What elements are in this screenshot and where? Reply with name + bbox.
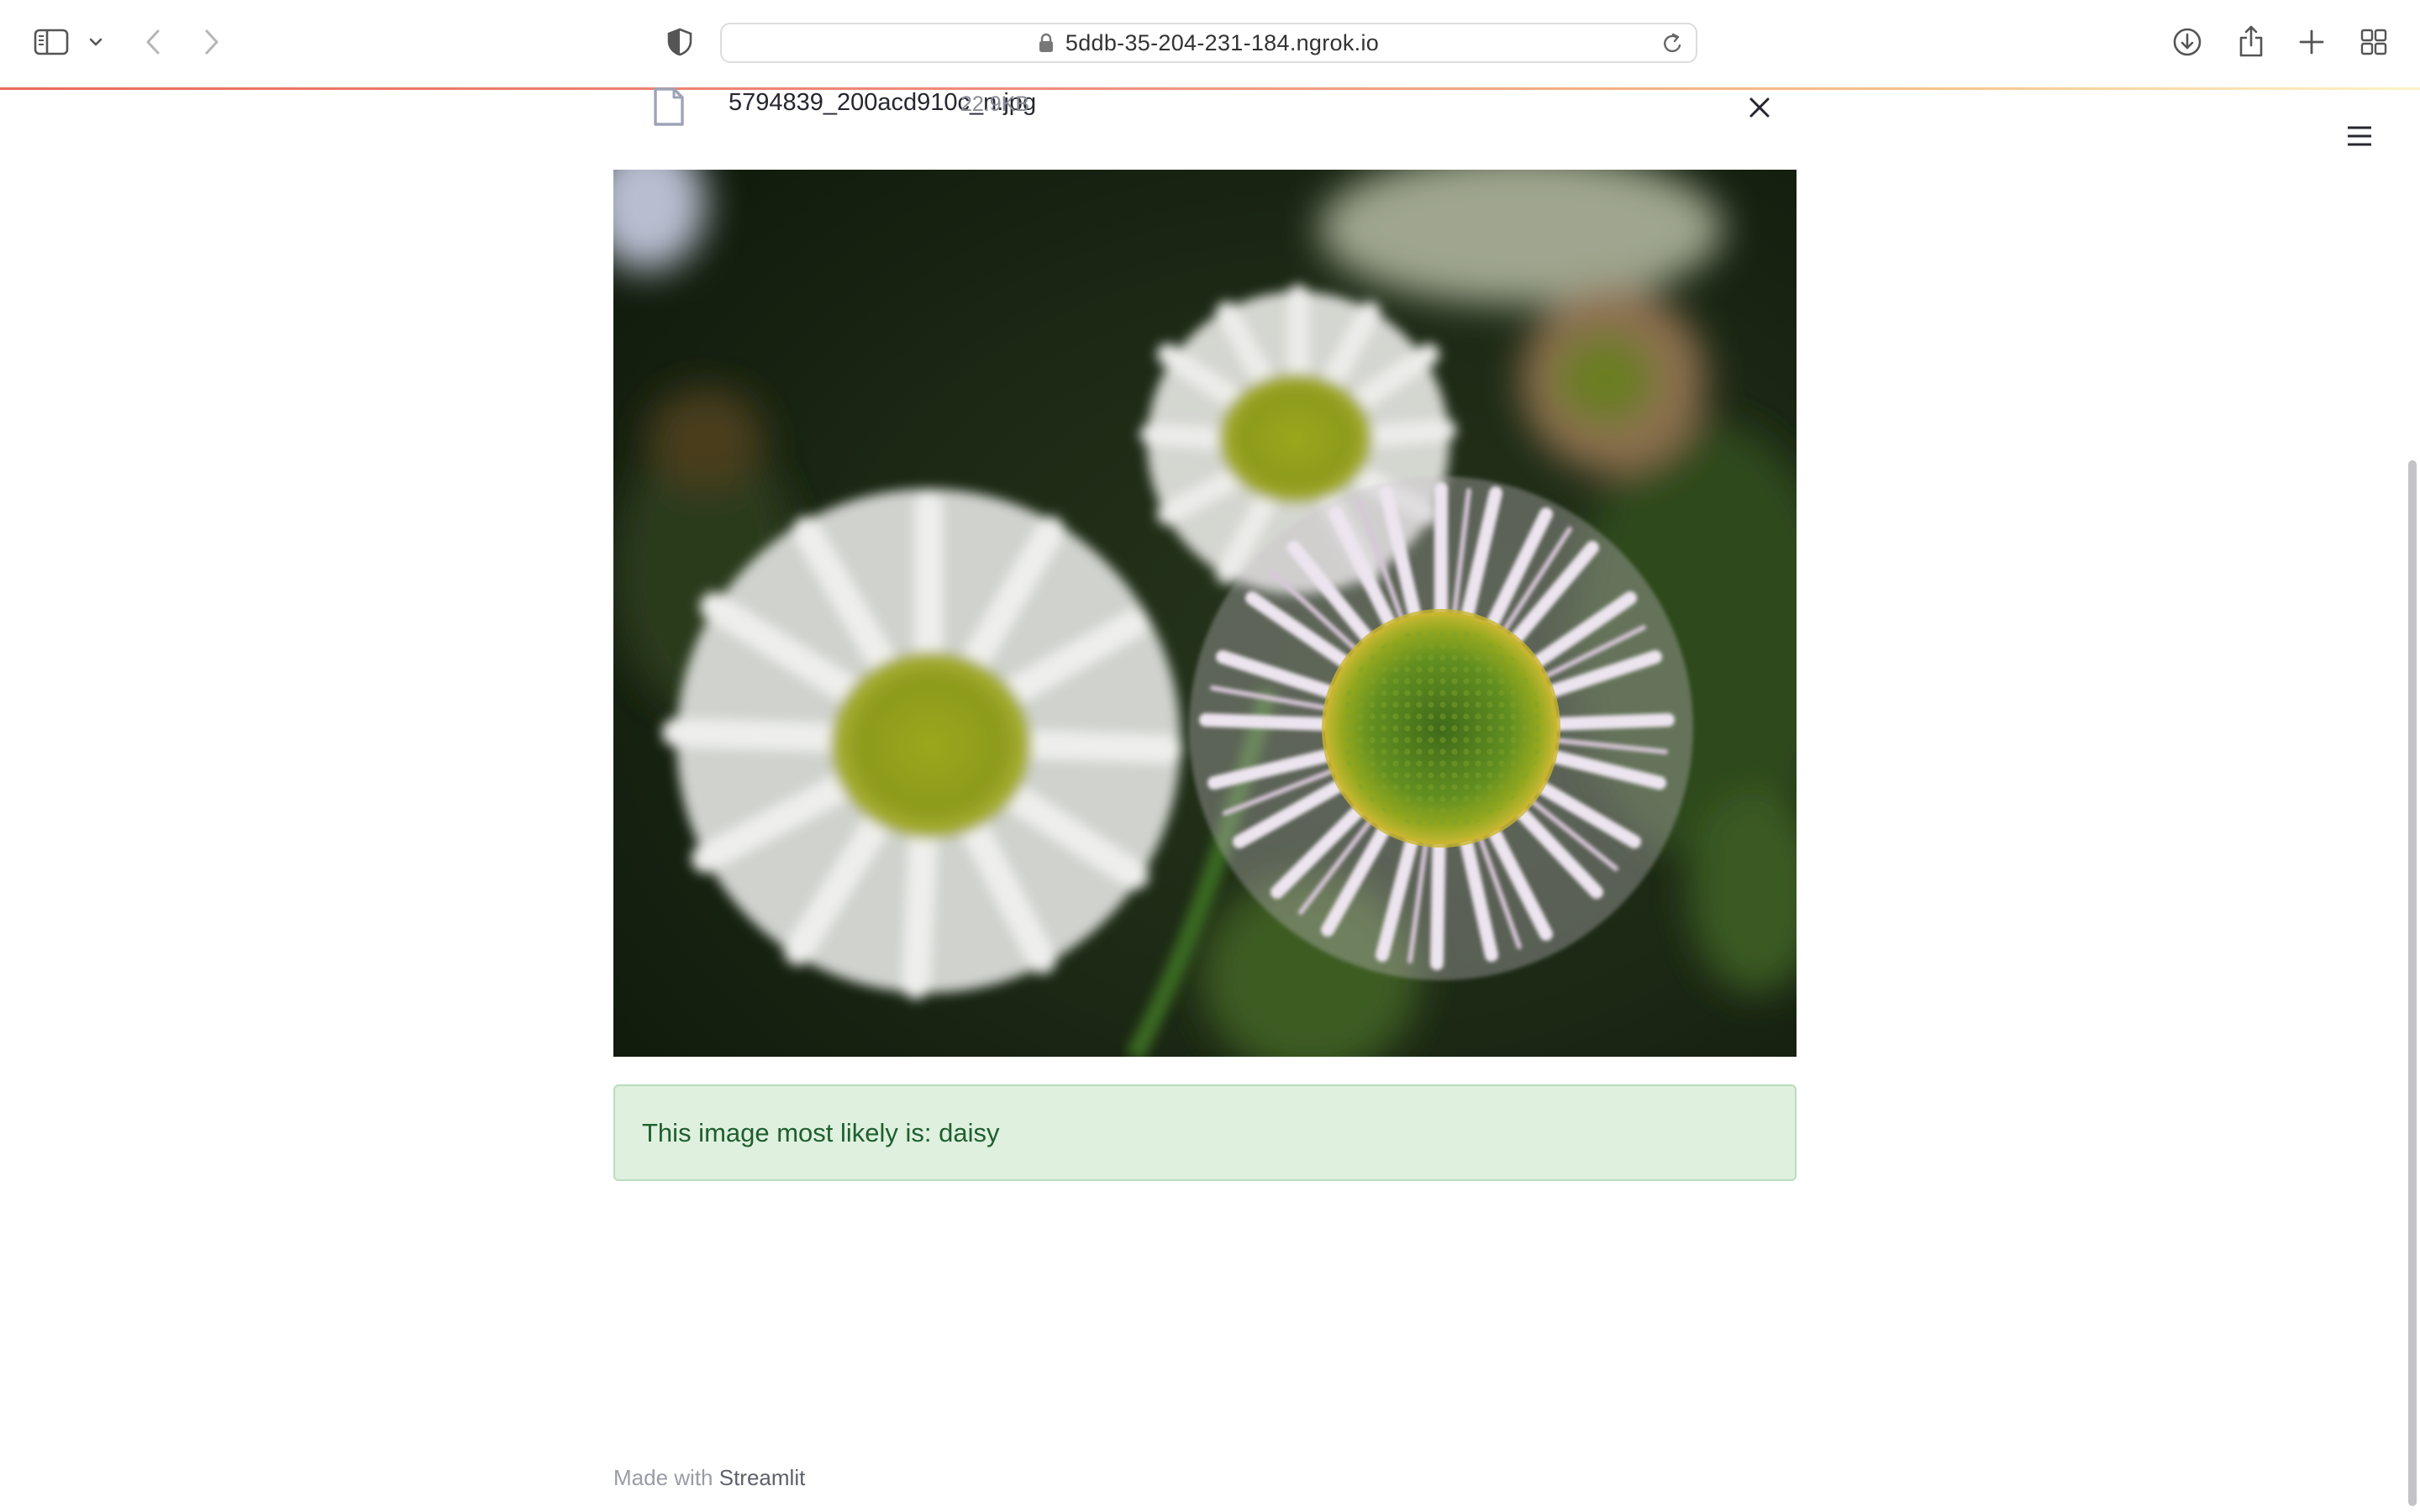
- footer-prefix: Made with: [613, 1465, 713, 1490]
- lock-icon: [1039, 33, 1053, 52]
- plus-icon: [2299, 29, 2324, 55]
- url-text: 5ddb-35-204-231-184.ngrok.io: [1065, 29, 1380, 55]
- grid-icon: [2360, 29, 2387, 55]
- remove-file-button[interactable]: [1739, 87, 1780, 128]
- prediction-text: This image most likely is: daisy: [642, 1117, 1000, 1147]
- file-icon: [652, 87, 686, 132]
- share-icon: [2239, 25, 2263, 57]
- file-size: 22.9KB: [960, 92, 1030, 116]
- scrollbar-thumb[interactable]: [2408, 460, 2417, 1506]
- new-tab-button[interactable]: [2295, 25, 2328, 59]
- reload-button[interactable]: [1662, 32, 1684, 60]
- hamburger-menu-icon: [2348, 126, 2371, 146]
- forward-button[interactable]: [195, 25, 229, 59]
- browser-toolbar: 5ddb-35-204-231-184.ngrok.io: [0, 0, 2420, 87]
- chevron-right-icon: [205, 29, 218, 55]
- reload-icon: [1664, 33, 1681, 53]
- back-button[interactable]: [136, 25, 170, 59]
- tab-overview-button[interactable]: [2357, 25, 2391, 59]
- shield-icon: [667, 28, 692, 56]
- sidebar-menu-dropdown[interactable]: [86, 32, 106, 52]
- footer: Made with Streamlit: [613, 1465, 805, 1491]
- sidebar-toggle-button[interactable]: [32, 25, 71, 59]
- uploaded-image: [613, 170, 1797, 1057]
- streamlit-link[interactable]: Streamlit: [719, 1465, 806, 1490]
- share-button[interactable]: [2233, 23, 2269, 60]
- privacy-report-button[interactable]: [663, 25, 697, 59]
- main-menu-button[interactable]: [2339, 119, 2380, 153]
- close-icon: [1749, 97, 1770, 118]
- prediction-success-alert: This image most likely is: daisy: [613, 1084, 1797, 1181]
- downloads-button[interactable]: [2170, 24, 2205, 60]
- uploaded-file-row: 5794839_200acd910c_n.jpg 22.9KB: [613, 87, 1776, 128]
- chevron-left-icon: [146, 29, 160, 55]
- sidebar-icon: [34, 29, 69, 55]
- address-bar[interactable]: 5ddb-35-204-231-184.ngrok.io: [720, 23, 1697, 63]
- chevron-down-icon: [89, 38, 103, 46]
- download-icon: [2173, 28, 2202, 56]
